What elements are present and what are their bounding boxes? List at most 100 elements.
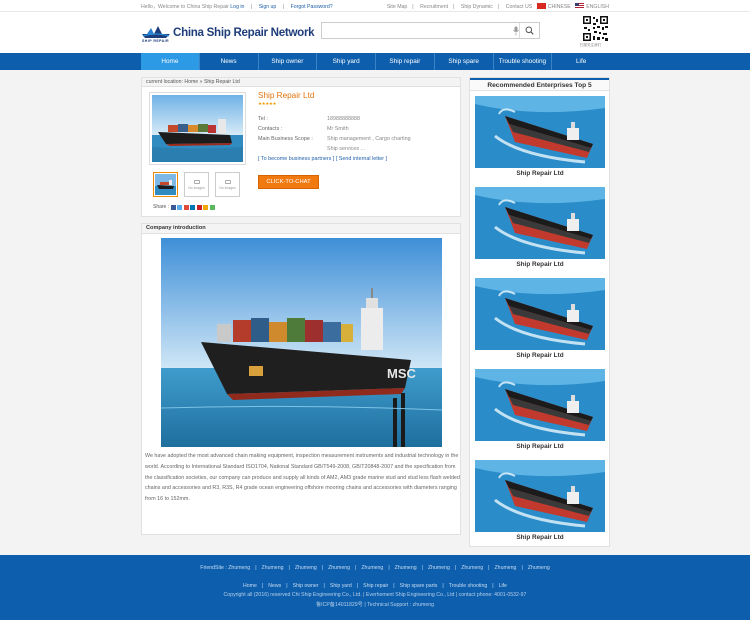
separator: | [356,583,359,589]
twitter-icon[interactable] [177,204,183,210]
qr-code-icon [582,15,609,42]
recommended-enterprise-item[interactable]: Ship Repair Ltd [475,187,605,273]
footer-nav-link[interactable]: Ship owner [293,583,319,589]
separator: | [288,565,290,571]
email-share-icon[interactable] [203,204,209,210]
us-flag-icon [575,3,585,9]
search-input[interactable] [322,23,502,38]
linkedin-icon[interactable] [190,204,196,210]
logo-title: China Ship Repair Network [173,26,315,39]
ship-dynamic-link[interactable]: Ship Dynamic [461,4,493,10]
nav-ship-owner[interactable]: Ship owner [259,53,318,70]
tel-value: 18988888888 [327,116,360,122]
hull-lettering: MSC [387,366,417,381]
friend-site-link[interactable]: Zhumeng [428,565,450,571]
container-ship-photo: MSC [161,238,442,447]
nav-news[interactable]: News [200,53,259,70]
friend-site-link[interactable]: Zhumeng [528,565,550,571]
footer-nav-link[interactable]: Home [243,583,257,589]
click-to-chat-button[interactable]: CLICK-TO-CHAT [258,175,319,189]
recruitment-link[interactable]: Recruitment [420,4,448,10]
camera-icon [193,179,200,184]
friend-site-link[interactable]: Zhumeng [361,565,383,571]
site-logo[interactable]: SHIP REPAIR China Ship Repair Network [141,25,315,47]
welcome-links: Hello，Welcome to China Ship Repair Log i… [141,4,333,10]
chinese-language-link[interactable]: CHINESE [548,4,571,10]
footer-nav-link[interactable]: Ship spare parts [400,583,438,589]
contact-us-link[interactable]: Contact US [506,4,533,10]
separator: | [321,565,324,571]
footer-nav-link[interactable]: Ship yard [330,583,352,589]
business-partner-link[interactable]: [ To become business partners ] [258,156,334,162]
no-images-label: No Images [219,185,236,190]
nav-life[interactable]: Life [552,53,610,70]
profile-action-links: [ To become business partners ] [ Send i… [258,156,387,162]
tanker-ship-image [475,96,605,168]
forgot-password-link[interactable]: Forgot Password? [291,4,333,10]
search-button[interactable] [519,23,539,38]
friend-site-link[interactable]: Zhumeng [328,565,350,571]
separator: | [355,565,357,571]
company-name: Ship Repair Ltd [258,91,315,100]
photo-thumbnail-3[interactable]: No Images [215,172,240,197]
qr-caption: 扫描关注我们 [580,43,601,47]
separator: | [521,565,523,571]
company-main-photo[interactable] [149,92,246,165]
utility-links: Site Map | Recruitment | Ship Dynamic | Con… [386,3,609,10]
recommended-enterprise-item[interactable]: Ship Repair Ltd [475,96,605,182]
separator: | [323,583,325,589]
friend-site-link[interactable]: Zhumeng [461,565,483,571]
facebook-icon[interactable] [170,204,176,210]
footer-nav-link[interactable]: Trouble shooting [449,583,487,589]
tanker-ship-image [475,187,605,259]
site-map-link[interactable]: Site Map [387,4,407,10]
company-intro-text: We have adopted the most advanced chain … [145,453,460,503]
top-bar: Hello，Welcome to China Ship Repair Log i… [0,0,750,12]
recommended-enterprise-item[interactable]: Ship Repair Ltd [475,278,605,364]
search-box [321,22,540,39]
nav-ship-repair[interactable]: Ship repair [376,53,435,70]
nav-ship-yard[interactable]: Ship yard [317,53,376,70]
tel-label: Tel : [258,116,268,122]
breadcrumb: current location: Home » Ship Repair Ltd [141,77,461,87]
camera-icon [224,179,231,184]
pinterest-icon[interactable] [196,204,202,210]
google-plus-icon[interactable] [183,204,189,210]
recommended-enterprise-name: Ship Repair Ltd [516,352,564,359]
nav-home[interactable]: Home [141,53,200,70]
search-icon [525,26,534,35]
recommended-enterprise-item[interactable]: Ship Repair Ltd [475,369,605,455]
company-intro-panel: MSC We have adopted the most advanced ch… [141,234,461,535]
recommended-enterprise-item[interactable]: Ship Repair Ltd [475,460,605,546]
recommended-enterprise-name: Ship Repair Ltd [516,443,564,450]
friend-site-link[interactable]: Zhumeng [295,565,317,571]
business-scope-more: Ship services ... [327,146,366,152]
login-link[interactable]: Log in [230,4,244,10]
nav-ship-spare[interactable]: Ship spare [435,53,494,70]
separator: | [492,583,494,589]
photo-thumbnail-2[interactable]: No Images [184,172,209,197]
sidebar-title: Recommended Enterprises Top 5 [470,78,609,91]
friend-site-link[interactable]: Zhumeng [262,565,284,571]
signup-link[interactable]: Sign up [259,4,277,10]
nav-trouble-shooting[interactable]: Trouble shooting [494,53,553,70]
separator: | [393,583,395,589]
contacts-value: Mr Smith [327,126,349,132]
friend-site-link[interactable]: Zhumeng [395,565,417,571]
friend-sites: FriendSite : Zhumeng | Zhumeng | Zhumeng | Zhu… [0,565,750,571]
footer-nav-link[interactable]: Life [499,583,507,589]
recommended-enterprises-sidebar: Recommended Enterprises Top 5 Ship Repai… [469,77,610,547]
friend-site-link[interactable]: Zhumeng [495,565,517,571]
friend-site-link[interactable]: Zhumeng [228,565,250,571]
logo-subtitle: SHIP REPAIR [142,39,170,43]
send-letter-link[interactable]: [ Send internal letter ] [336,156,387,162]
more-share-icon[interactable] [209,204,215,210]
main-nav: Home News Ship owner Ship yard Ship repa… [0,53,750,70]
footer-nav-link[interactable]: Ship repair [363,583,388,589]
ship-logo-icon [142,26,170,38]
english-language-link[interactable]: ENGLISH [586,4,609,10]
header: SHIP REPAIR China Ship Repair Network 扫描… [0,12,750,53]
company-intro-heading: Company introduction [141,223,461,234]
footer-nav-link[interactable]: News [268,583,281,589]
photo-thumbnail-1[interactable] [153,172,178,197]
